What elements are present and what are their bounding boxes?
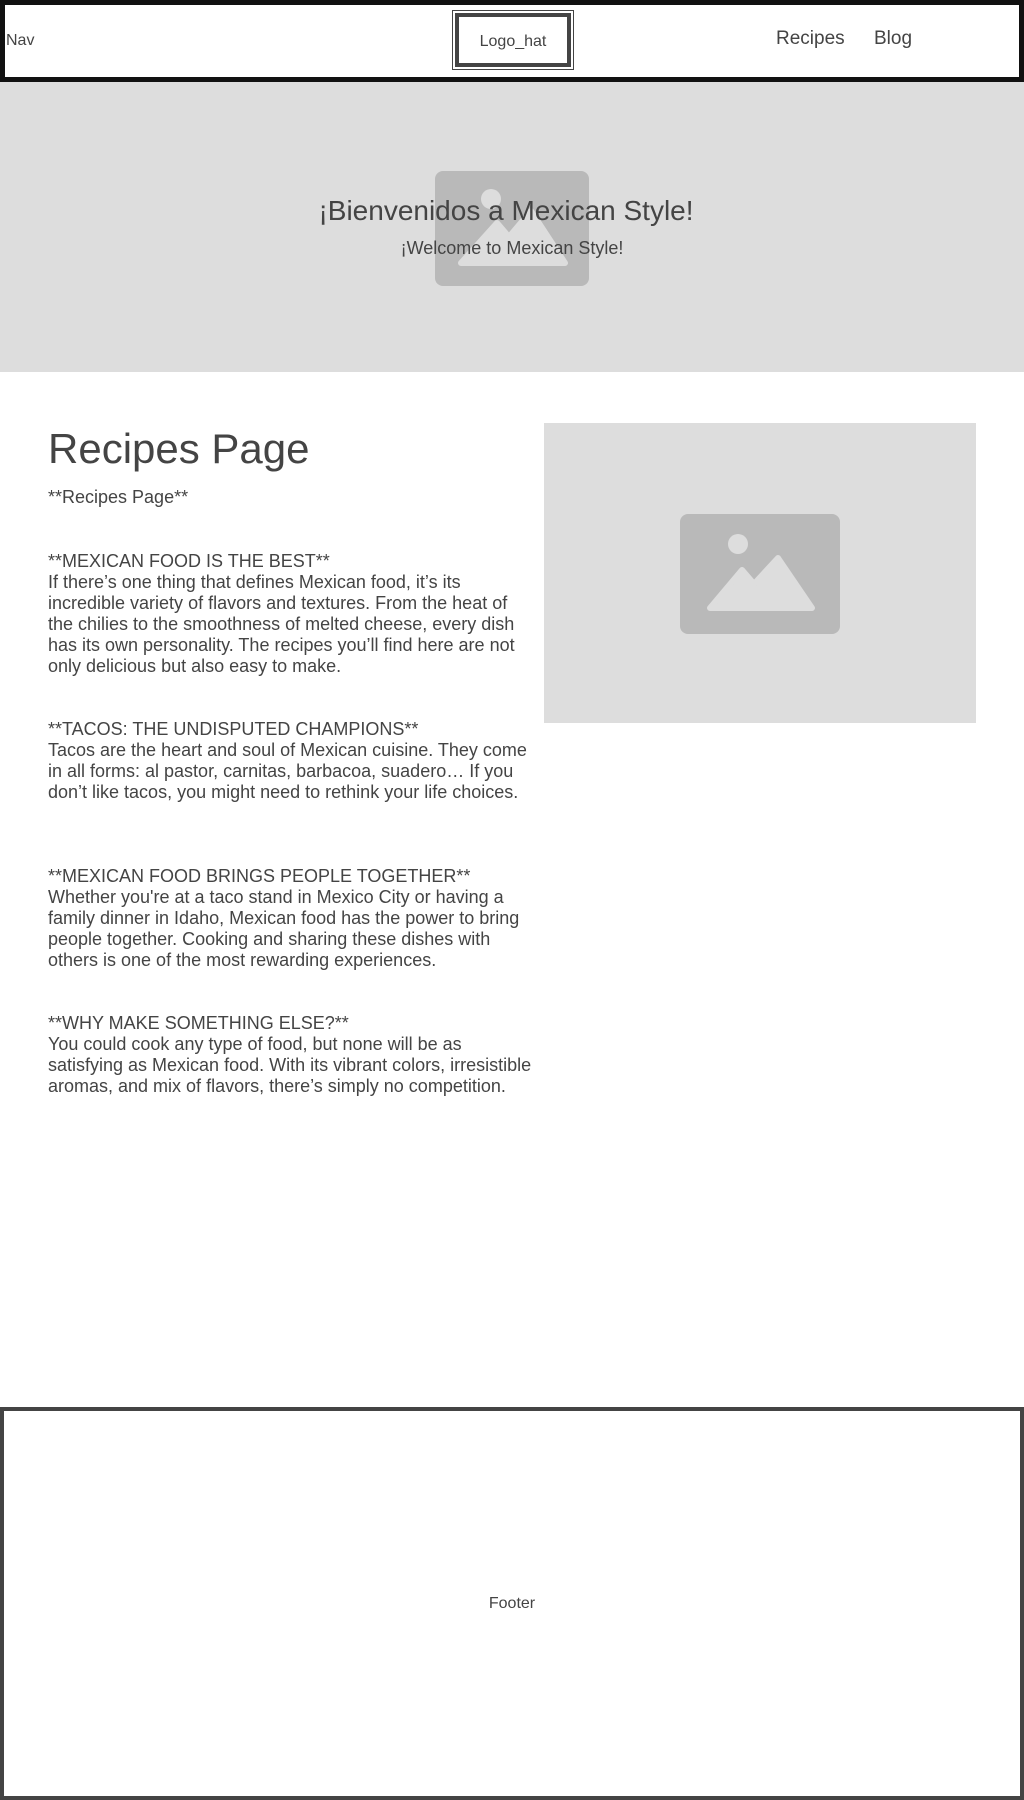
- section-heading: **TACOS: THE UNDISPUTED CHAMPIONS**: [48, 719, 419, 739]
- section-heading: **WHY MAKE SOMETHING ELSE?**: [48, 1013, 349, 1033]
- nav-label: Nav: [6, 32, 35, 49]
- article-section: **WHY MAKE SOMETHING ELSE?** You could c…: [48, 1013, 533, 1097]
- hero-title: ¡Bienvenidos a Mexican Style!: [318, 195, 694, 226]
- hero-banner: ¡Bienvenidos a Mexican Style! ¡Welcome t…: [0, 82, 1024, 372]
- page-title: Recipes Page: [48, 425, 310, 472]
- article-section: **MEXICAN FOOD BRINGS PEOPLE TOGETHER** …: [48, 866, 533, 971]
- image-placeholder-icon: [435, 171, 589, 286]
- article-section: **TACOS: THE UNDISPUTED CHAMPIONS** Taco…: [48, 719, 533, 803]
- recipe-image-placeholder: [544, 423, 976, 723]
- logo[interactable]: Logo_hat: [452, 10, 574, 70]
- footer-label: Footer: [488, 1595, 536, 1612]
- section-body: If there’s one thing that defines Mexica…: [48, 572, 515, 676]
- footer: Footer: [0, 1407, 1024, 1800]
- section-heading: **MEXICAN FOOD IS THE BEST**: [48, 551, 330, 571]
- logo-text: Logo_hat: [479, 33, 547, 50]
- nav-link-recipes[interactable]: Recipes: [776, 28, 845, 50]
- page-subtitle: **Recipes Page**: [48, 487, 189, 507]
- section-body: Tacos are the heart and soul of Mexican …: [48, 740, 527, 802]
- section-heading: **MEXICAN FOOD BRINGS PEOPLE TOGETHER**: [48, 866, 471, 886]
- section-body: Whether you're at a taco stand in Mexico…: [48, 887, 520, 970]
- nav-link-blog[interactable]: Blog: [874, 28, 912, 50]
- nav-bar: Nav Logo_hat Recipes Blog: [0, 0, 1024, 82]
- section-body: You could cook any type of food, but non…: [48, 1034, 532, 1096]
- article-section: **MEXICAN FOOD IS THE BEST** If there’s …: [48, 551, 533, 677]
- hero-subtitle: ¡Welcome to Mexican Style!: [400, 238, 624, 258]
- image-placeholder-icon: [680, 514, 840, 634]
